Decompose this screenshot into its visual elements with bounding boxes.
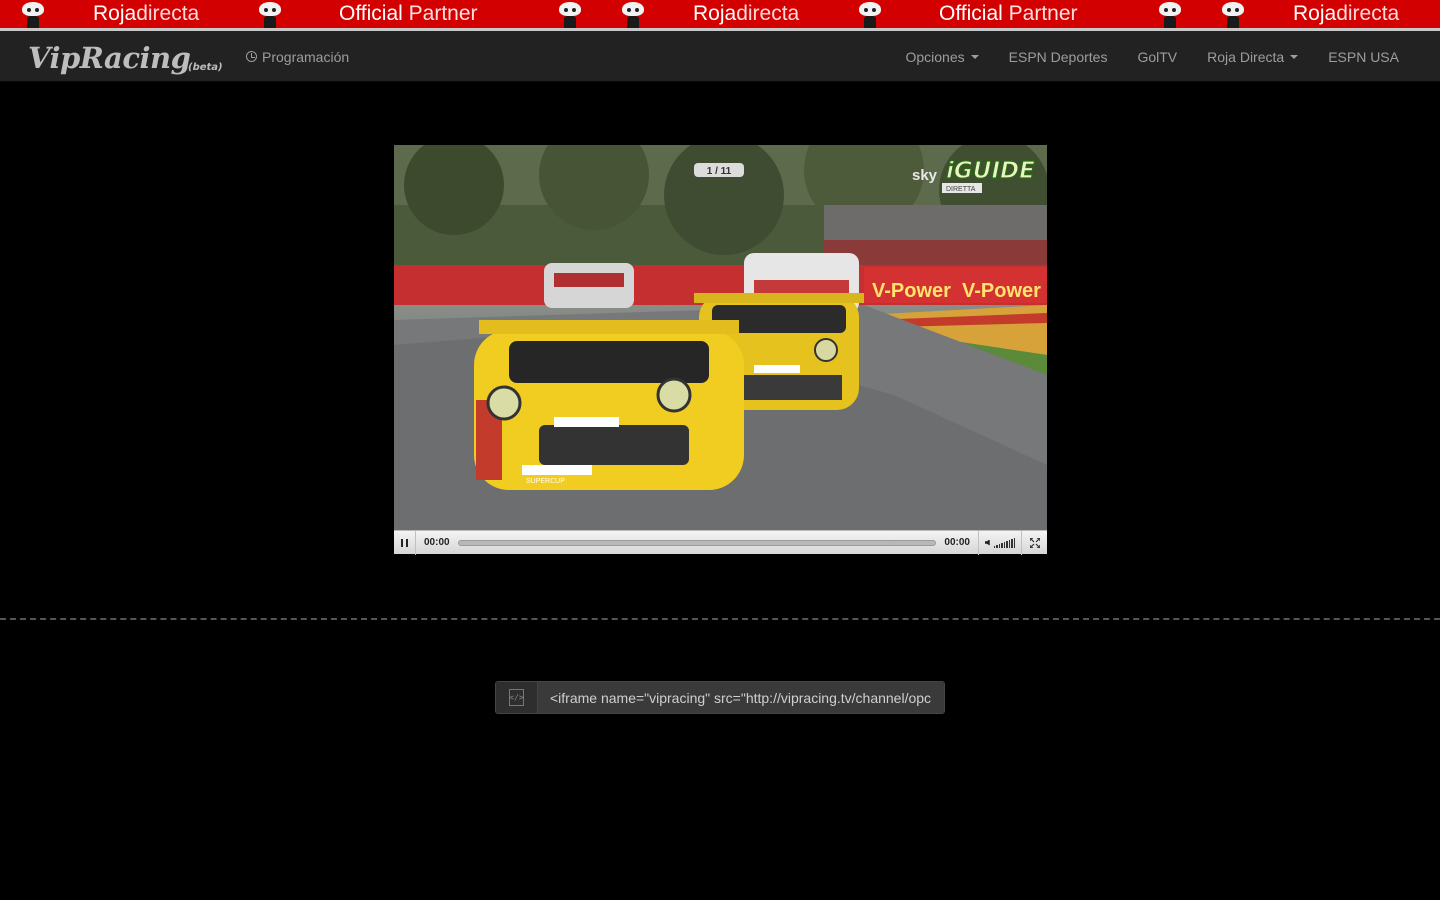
skull-mascot-icon — [1155, 0, 1185, 28]
navbar: VipRacing (beta) Programación Opciones E… — [0, 31, 1440, 82]
nav-item-espn-usa[interactable]: ESPN USA — [1313, 49, 1414, 65]
banner-text-1[interactable]: Rojadirecta — [93, 0, 199, 28]
code-file-icon: </> — [509, 689, 524, 706]
skull-mascot-icon — [555, 0, 585, 28]
skull-mascot-icon — [1218, 0, 1248, 28]
show-logo-sub: DIRETTA — [946, 186, 976, 193]
fullscreen-icon — [1029, 537, 1040, 548]
banner-mascot — [855, 0, 885, 28]
nav-item-roja-directa[interactable]: Roja Directa — [1192, 49, 1313, 65]
banner-mascot — [255, 0, 285, 28]
pause-icon — [401, 538, 408, 547]
sponsor-wall-text: V-Power — [872, 280, 951, 302]
banner-text-5[interactable]: Rojadirecta — [1293, 0, 1399, 28]
show-logo: iGUIDE — [946, 158, 1035, 184]
caret-down-icon — [970, 54, 979, 59]
skull-mascot-icon — [855, 0, 885, 28]
caret-down-icon — [1290, 54, 1299, 59]
channel-logo: sky — [912, 167, 938, 184]
embed-addon: </> — [496, 682, 538, 713]
section-divider — [0, 618, 1440, 620]
volume-bars[interactable] — [993, 537, 1016, 548]
nav-menu: Opciones ESPN Deportes GolTV Roja Direct… — [890, 31, 1414, 82]
fullscreen-button[interactable] — [1022, 531, 1047, 555]
nav-item-label: Roja Directa — [1207, 48, 1285, 65]
player-controls: 00:00 00:00 — [394, 530, 1047, 555]
banner-text-2[interactable]: Official Partner — [339, 0, 478, 28]
nav-item-label: Opciones — [905, 48, 965, 65]
banner-mascot — [18, 0, 48, 28]
nav-item-goltv[interactable]: GolTV — [1122, 49, 1192, 65]
skull-mascot-icon — [618, 0, 648, 28]
banner-mascot — [555, 0, 585, 28]
skull-mascot-icon — [18, 0, 48, 28]
schedule-label: Programación — [262, 48, 350, 65]
duration: 00:00 — [944, 537, 970, 548]
clock-icon — [246, 51, 257, 62]
embed-code-input[interactable] — [538, 682, 944, 713]
banner-mascot — [1155, 0, 1185, 28]
svg-text:SUPERCUP: SUPERCUP — [526, 478, 565, 485]
video-player[interactable]: V-Power V-Power SUPERCUP sky iGUIDE DIRE… — [394, 145, 1047, 555]
pause-button[interactable] — [394, 530, 416, 555]
schedule-link[interactable]: Programación — [246, 31, 349, 82]
race-scene: V-Power V-Power SUPERCUP sky iGUIDE DIRE… — [394, 145, 1047, 530]
embed-code-group: </> — [495, 681, 945, 714]
banner-text-4[interactable]: Official Partner — [939, 0, 1078, 28]
banner-text-3[interactable]: Rojadirecta — [693, 0, 799, 28]
position-counter: 1 / 11 — [707, 166, 732, 177]
volume-control[interactable] — [978, 530, 1022, 555]
nav-item-label: ESPN USA — [1328, 48, 1399, 65]
banner-mascot — [618, 0, 648, 28]
nav-item-opciones[interactable]: Opciones — [890, 49, 993, 65]
banner-mascot — [1218, 0, 1248, 28]
video-frame[interactable]: V-Power V-Power SUPERCUP sky iGUIDE DIRE… — [394, 145, 1047, 530]
speaker-icon — [984, 539, 990, 546]
nav-item-label: ESPN Deportes — [1008, 48, 1108, 65]
sponsor-wall-text: V-Power — [962, 280, 1041, 302]
nav-item-espn-deportes[interactable]: ESPN Deportes — [994, 49, 1123, 65]
skull-mascot-icon — [255, 0, 285, 28]
brand-beta-badge: (beta) — [188, 62, 223, 73]
partner-banner[interactable]: Rojadirecta Official Partner Rojadirecta… — [0, 0, 1440, 31]
current-time: 00:00 — [424, 537, 450, 548]
nav-item-label: GolTV — [1137, 48, 1178, 65]
progress-bar[interactable] — [457, 539, 937, 546]
brand-logo[interactable]: VipRacing — [28, 41, 191, 75]
